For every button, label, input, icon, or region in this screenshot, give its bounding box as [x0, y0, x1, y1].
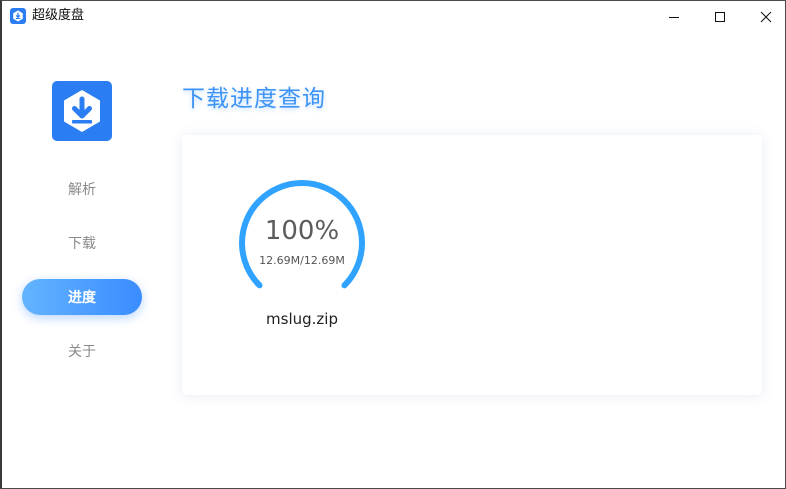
maximize-button[interactable] — [697, 1, 743, 32]
title-bar[interactable]: 超级度盘 — [2, 1, 785, 32]
progress-card: 100% 12.69M/12.69M mslug.zip — [182, 135, 762, 395]
sidebar-item-about[interactable]: 关于 — [22, 333, 142, 369]
progress-percent: 100% — [264, 215, 340, 246]
app-window: 超级度盘 解析 下载 进度 关于 下载进度查询 100% 12.69M/12.6… — [0, 0, 786, 489]
close-button[interactable] — [743, 1, 785, 32]
file-name: mslug.zip — [266, 310, 338, 328]
app-logo — [52, 81, 112, 141]
maximize-icon — [715, 11, 725, 22]
minimize-icon — [669, 16, 679, 18]
progress-readout: 100% 12.69M/12.69M — [238, 179, 366, 307]
close-icon — [760, 11, 772, 22]
sidebar-item-download[interactable]: 下载 — [22, 225, 142, 261]
download-box-icon — [64, 90, 100, 132]
minimize-button[interactable] — [651, 1, 697, 32]
sidebar-item-label: 下载 — [68, 236, 96, 252]
window-title: 超级度盘 — [32, 8, 85, 23]
progress-size: 12.69M/12.69M — [259, 253, 345, 267]
sidebar-item-label: 进度 — [68, 290, 96, 306]
sidebar-item-progress[interactable]: 进度 — [22, 279, 142, 315]
sidebar-item-label: 解析 — [68, 182, 96, 198]
app-icon — [10, 8, 26, 24]
sidebar-item-label: 关于 — [68, 344, 96, 360]
sidebar-item-parse[interactable]: 解析 — [22, 171, 142, 207]
page-title: 下载进度查询 — [182, 86, 326, 112]
